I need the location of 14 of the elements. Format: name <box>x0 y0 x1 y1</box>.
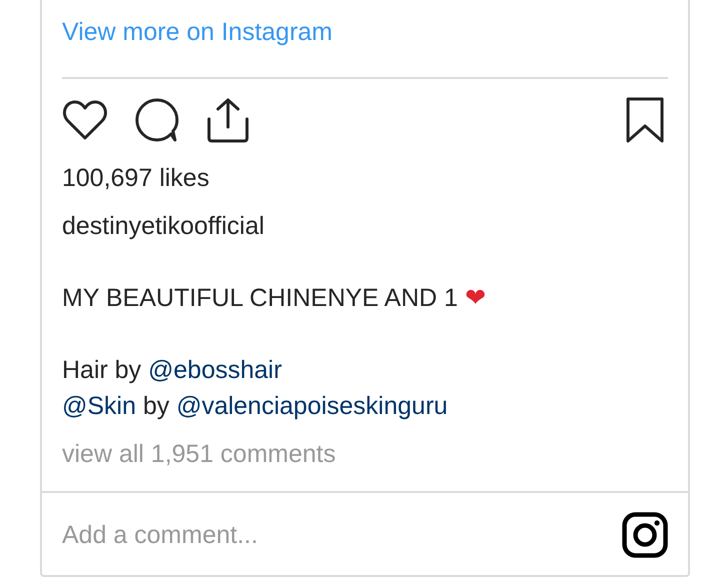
bookmark-icon[interactable] <box>626 97 664 143</box>
mention-link[interactable]: @valenciapoiseskinguru <box>176 392 448 420</box>
instagram-icon[interactable] <box>622 512 668 558</box>
comment-icon[interactable] <box>134 98 180 142</box>
share-icon[interactable] <box>206 97 250 143</box>
username: destinyetikoofficial <box>62 211 264 242</box>
caption-line: MY BEAUTIFUL CHINENYE AND 1 ❤ <box>62 283 487 314</box>
caption-line: Hair by @ebosshair <box>62 355 283 386</box>
comment-field[interactable]: Add a comment... <box>62 517 622 553</box>
heart-icon[interactable] <box>62 99 108 141</box>
likes-count: 100,697 likes <box>62 163 210 194</box>
caption-line: @Skin by @valenciapoiseskinguru <box>62 391 449 422</box>
mention-link[interactable]: @Skin <box>62 392 136 420</box>
mention-link[interactable]: @ebosshair <box>148 356 282 384</box>
